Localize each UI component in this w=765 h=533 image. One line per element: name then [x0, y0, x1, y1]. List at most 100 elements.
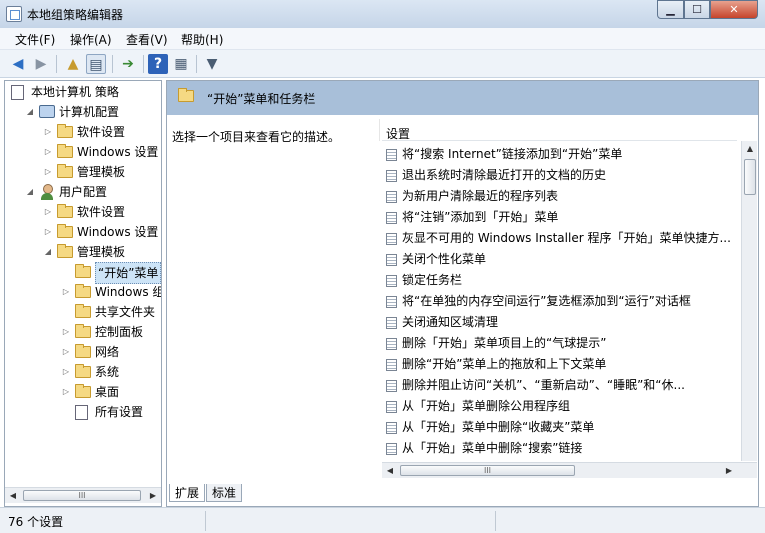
expand-arrow-icon[interactable]: ▷	[61, 322, 71, 342]
minimize-button[interactable]: ▁	[657, 0, 684, 19]
scroll-right-icon[interactable]: ▶	[145, 488, 161, 504]
tree-item-label: 软件设置	[77, 205, 126, 219]
scroll-left-icon[interactable]: ◀	[5, 488, 21, 504]
setting-row[interactable]: 删除并阻止访问“关机”、“重新启动”、“睡眠”和“休...	[382, 375, 737, 396]
details-pane: “开始”菜单和任务栏 选择一个项目来查看它的描述。 设置 将“搜索 Intern…	[166, 80, 759, 507]
menu-view[interactable]: 查看(V)	[126, 31, 168, 48]
menu-file[interactable]: 文件(F)	[15, 31, 55, 48]
tree-item-label: 桌面	[95, 385, 120, 399]
tree-item[interactable]: ◢ 计算机配置	[5, 102, 161, 122]
tree-item[interactable]: ◢ 用户配置	[5, 182, 161, 202]
up-folder-icon[interactable]: ▲	[63, 54, 83, 74]
scroll-right-icon[interactable]: ▶	[721, 463, 737, 479]
maximize-icon: ☐	[692, 3, 702, 16]
scroll-left-icon[interactable]: ◀	[382, 463, 398, 479]
tree-item[interactable]: 本地计算机 策略	[5, 82, 161, 102]
setting-row[interactable]: 删除「开始」菜单项目上的“气球提示”	[382, 333, 737, 354]
tree-item[interactable]: 所有设置	[5, 402, 161, 422]
expand-arrow-icon[interactable]: ▷	[43, 122, 53, 142]
tree-item[interactable]: 共享文件夹	[5, 302, 161, 322]
setting-row[interactable]: 从「开始」菜单删除公用程序组	[382, 396, 737, 417]
tree-item-label: 本地计算机 策略	[31, 85, 119, 99]
expand-arrow-icon[interactable]: ▷	[43, 222, 53, 242]
close-button[interactable]: ✕	[710, 0, 758, 19]
tree-item[interactable]: ▷ 控制面板	[5, 322, 161, 342]
collapse-arrow-icon[interactable]: ◢	[25, 182, 35, 202]
tree-item[interactable]: ▷ 网络	[5, 342, 161, 362]
tree-item[interactable]: ▷ Windows 设置	[5, 142, 161, 162]
policy-setting-icon	[386, 380, 397, 392]
expand-arrow-icon[interactable]: ▷	[43, 142, 53, 162]
setting-label: 删除「开始」菜单项目上的“气球提示”	[402, 336, 607, 350]
scroll-thumb[interactable]: III	[400, 465, 575, 476]
toolbar-separator	[112, 55, 113, 73]
filter-icon[interactable]: ▼	[202, 54, 222, 74]
tree-item-label: 软件设置	[77, 125, 126, 139]
tree-item[interactable]: ▷ 桌面	[5, 382, 161, 402]
tree-item[interactable]: ▷ Windows 组	[5, 282, 161, 302]
expand-arrow-icon[interactable]: ▷	[61, 342, 71, 362]
tree-item[interactable]: ▷ 软件设置	[5, 122, 161, 142]
tree-item-label: 系统	[95, 365, 120, 379]
expand-arrow-icon[interactable]: ▷	[61, 282, 71, 302]
setting-row[interactable]: 从「开始」菜单中删除“收藏夹”菜单	[382, 417, 737, 438]
close-icon: ✕	[729, 3, 739, 16]
tab-extended[interactable]: 扩展	[169, 484, 206, 502]
setting-row[interactable]: 退出系统时清除最近打开的文档的历史	[382, 165, 737, 186]
tree-item[interactable]: ▷ 系统	[5, 362, 161, 382]
setting-row[interactable]: 从「开始」菜单中删除“搜索”链接	[382, 438, 737, 459]
setting-label: 将“在单独的内存空间运行”复选框添加到“运行”对话框	[402, 294, 691, 308]
scroll-thumb[interactable]	[744, 159, 756, 195]
forward-arrow-icon[interactable]: ▶	[31, 54, 51, 74]
status-divider	[495, 511, 496, 531]
settings-horizontal-scrollbar[interactable]: ◀ III ▶	[382, 462, 757, 478]
computer-icon	[39, 105, 55, 118]
tree-item[interactable]: ▷ Windows 设置	[5, 222, 161, 242]
tree-item[interactable]: “开始”菜单	[5, 262, 161, 284]
back-arrow-icon[interactable]: ◀	[8, 54, 28, 74]
maximize-button[interactable]: ☐	[684, 0, 710, 19]
settings-vertical-scrollbar[interactable]: ▲	[741, 141, 757, 461]
description-text: 选择一个项目来查看它的描述。	[172, 130, 341, 144]
tree-horizontal-scrollbar[interactable]: ◀ III ▶	[5, 487, 161, 503]
menu-action[interactable]: 操作(A)	[70, 31, 112, 48]
tree-item[interactable]: ◢ 管理模板	[5, 242, 161, 262]
expand-arrow-icon[interactable]: ▷	[61, 382, 71, 402]
tree-item-label: 共享文件夹	[95, 305, 156, 319]
setting-label: 关闭通知区域清理	[402, 315, 499, 329]
setting-row[interactable]: 灰显不可用的 Windows Installer 程序「开始」菜单快捷方...	[382, 228, 737, 249]
setting-row[interactable]: 锁定任务栏	[382, 270, 737, 291]
export-list-icon[interactable]: ➔	[118, 54, 138, 74]
tab-standard[interactable]: 标准	[206, 484, 243, 502]
help-icon[interactable]: ?	[148, 54, 168, 74]
tree-item-label: 计算机配置	[59, 105, 120, 119]
minimize-icon: ▁	[666, 3, 675, 16]
expand-arrow-icon[interactable]: ▷	[61, 362, 71, 382]
menu-help[interactable]: 帮助(H)	[181, 31, 223, 48]
folder-icon	[75, 264, 91, 278]
policy-setting-icon	[386, 443, 397, 455]
expand-arrow-icon[interactable]: ▷	[43, 202, 53, 222]
setting-row[interactable]: 将“注销”添加到「开始」菜单	[382, 207, 737, 228]
tree-item[interactable]: ▷ 软件设置	[5, 202, 161, 222]
setting-row[interactable]: 删除“开始”菜单上的拖放和上下文菜单	[382, 354, 737, 375]
setting-row[interactable]: 关闭个性化菜单	[382, 249, 737, 270]
setting-row[interactable]: 关闭通知区域清理	[382, 312, 737, 333]
menu-bar: 文件(F) 操作(A) 查看(V) 帮助(H)	[0, 28, 765, 50]
settings-column-header[interactable]: 设置	[382, 119, 737, 141]
collapse-arrow-icon[interactable]: ◢	[25, 102, 35, 122]
setting-row[interactable]: 将“在单独的内存空间运行”复选框添加到“运行”对话框	[382, 291, 737, 312]
setting-row[interactable]: 将“搜索 Internet”链接添加到“开始”菜单	[382, 144, 737, 165]
properties-icon[interactable]: ▦	[171, 54, 191, 74]
scroll-thumb[interactable]: III	[23, 490, 141, 501]
status-text: 76 个设置	[8, 515, 64, 529]
show-hide-tree-icon[interactable]: ▤	[86, 54, 106, 74]
expand-arrow-icon[interactable]: ▷	[43, 162, 53, 182]
collapse-arrow-icon[interactable]: ◢	[43, 242, 53, 262]
scroll-up-icon[interactable]: ▲	[742, 141, 758, 157]
setting-label: 关闭个性化菜单	[402, 252, 487, 266]
folder-icon	[75, 364, 91, 378]
tree-item[interactable]: ▷ 管理模板	[5, 162, 161, 182]
setting-row[interactable]: 为新用户清除最近的程序列表	[382, 186, 737, 207]
column-header-label: 设置	[386, 127, 411, 141]
